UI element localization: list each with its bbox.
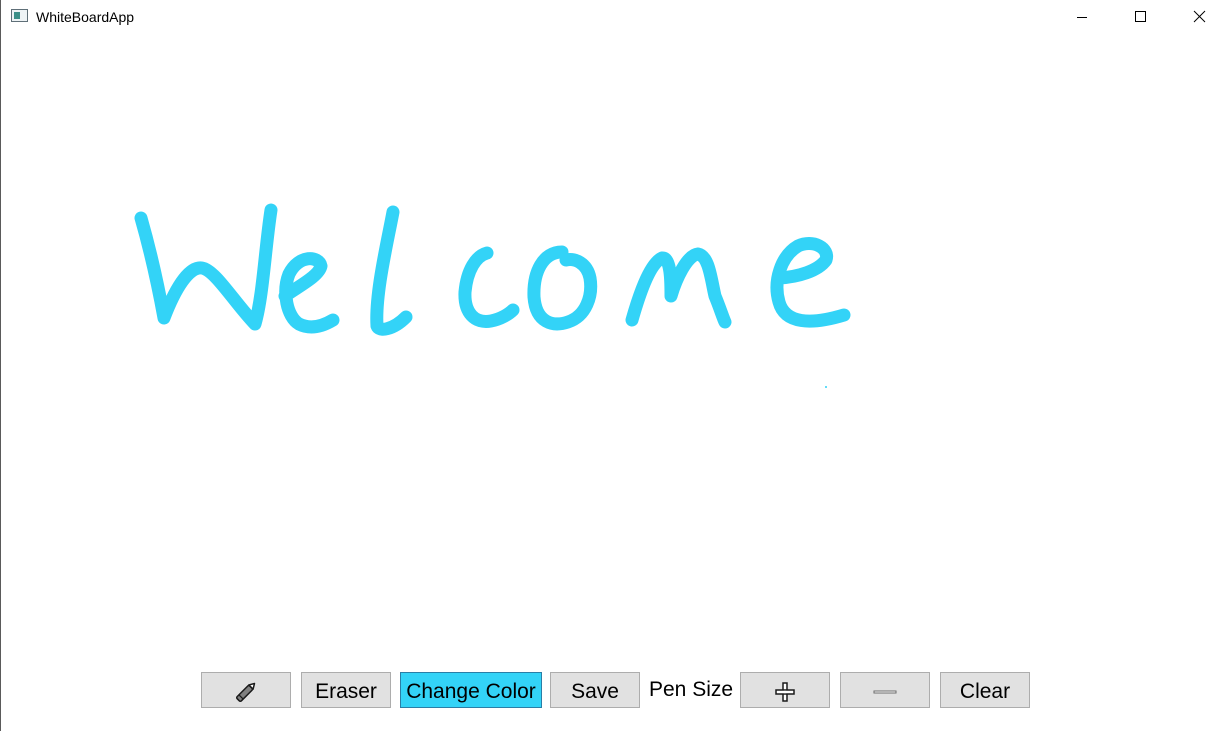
increase-pen-size-button[interactable] — [740, 672, 830, 708]
save-button[interactable]: Save — [550, 672, 640, 708]
maximize-button[interactable] — [1117, 0, 1163, 34]
minimize-icon — [1077, 17, 1087, 18]
ink-dot — [825, 386, 827, 388]
maximize-icon — [1135, 11, 1146, 22]
ink-stroke-l1 — [370, 205, 413, 336]
close-icon — [1193, 10, 1206, 23]
pen-button[interactable] — [201, 672, 291, 708]
pencil-icon — [235, 682, 256, 703]
clear-button[interactable]: Clear — [940, 672, 1030, 708]
ink-stroke-o — [527, 245, 598, 331]
ink-strokes — [134, 203, 851, 388]
title-bar[interactable]: WhiteBoardApp — [1, 0, 1227, 34]
eraser-button[interactable]: Eraser — [301, 672, 391, 708]
app-icon — [11, 9, 28, 22]
decrease-pen-size-button[interactable] — [840, 672, 930, 708]
change-color-button[interactable]: Change Color — [400, 672, 542, 708]
ink-stroke-c — [458, 246, 520, 328]
ink-stroke-e1 — [278, 252, 340, 334]
ink-stroke-m — [625, 247, 732, 329]
plus-icon — [775, 682, 795, 702]
app-window: WhiteBoardApp Eraser Change Color Save P… — [0, 0, 1227, 731]
close-button[interactable] — [1175, 0, 1221, 34]
window-title: WhiteBoardApp — [36, 9, 135, 25]
minimize-button[interactable] — [1059, 0, 1105, 34]
pen-size-label: Pen Size — [649, 678, 734, 701]
drawing-canvas[interactable] — [1, 34, 1227, 664]
ink-stroke-e2 — [770, 237, 851, 328]
toolbar: Eraser Change Color Save Pen Size Clear — [1, 664, 1227, 731]
minus-icon — [873, 690, 897, 694]
ink-stroke-w — [134, 203, 278, 331]
